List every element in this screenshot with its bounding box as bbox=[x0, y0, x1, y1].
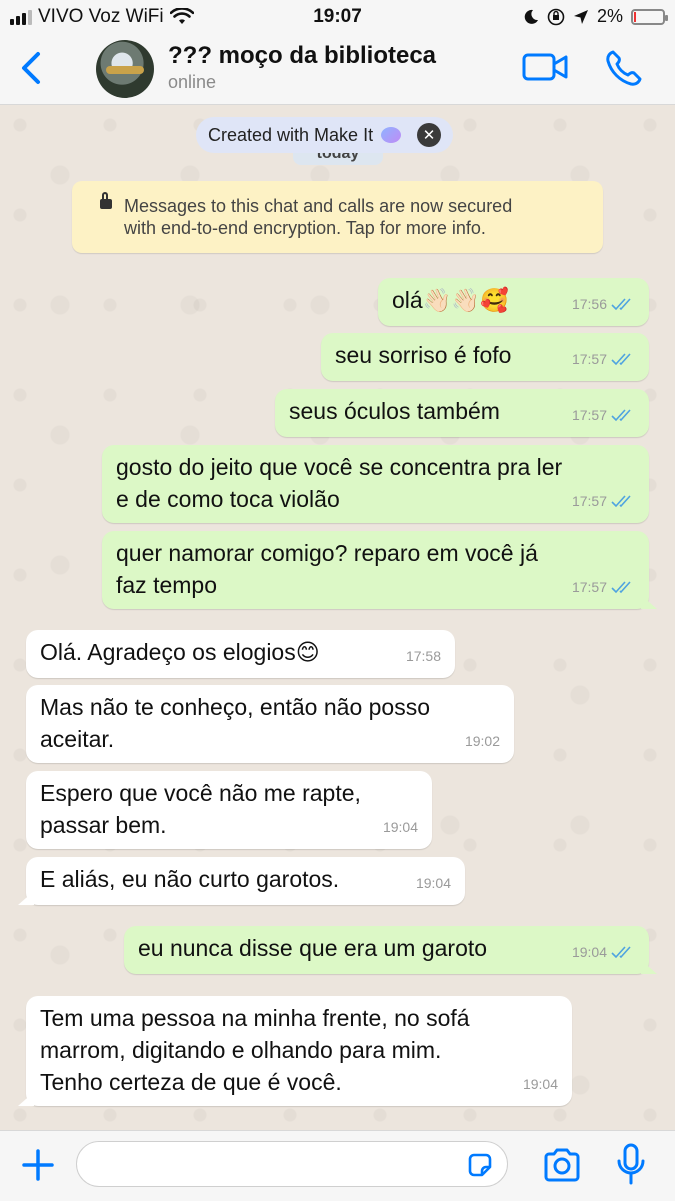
message-bubble-incoming[interactable]: Olá. Agradeço os elogios😊 17:58 bbox=[26, 630, 455, 678]
message-text: Tem uma pessoa na minha frente, no sofá … bbox=[40, 1005, 470, 1095]
chat-area[interactable]: today Created with Make It ✕ Messages to… bbox=[0, 105, 675, 1130]
message-text: eu nunca disse que era um garoto bbox=[138, 935, 488, 961]
encryption-notice[interactable]: Messages to this chat and calls are now … bbox=[72, 181, 603, 253]
message-text: quer namorar comigo? reparo em você já f… bbox=[116, 540, 538, 598]
avatar[interactable] bbox=[96, 40, 154, 98]
message-time: 17:57 bbox=[571, 493, 607, 509]
battery-icon bbox=[631, 8, 668, 25]
message-bubble-incoming[interactable]: E aliás, eu não curto garotos. 19:04 bbox=[26, 857, 465, 905]
message-meta: 17:57 bbox=[572, 571, 635, 603]
chat-header: ??? moço da biblioteca online bbox=[0, 34, 675, 105]
encryption-notice-text: Messages to this chat and calls are now … bbox=[124, 196, 513, 238]
read-ticks-icon bbox=[611, 495, 631, 508]
location-icon bbox=[573, 9, 588, 24]
message-meta: 17:58 bbox=[406, 640, 441, 672]
message-time: 17:56 bbox=[571, 296, 607, 312]
read-ticks-icon bbox=[611, 298, 631, 311]
message-text: Espero que você não me rapte, passar bem… bbox=[40, 780, 361, 838]
message-text: E aliás, eu não curto garotos. bbox=[40, 866, 340, 892]
message-time: 19:04 bbox=[415, 875, 451, 891]
composer-bar bbox=[0, 1130, 675, 1201]
watermark-banner: Created with Make It ✕ bbox=[196, 117, 454, 153]
lock-icon bbox=[100, 192, 112, 209]
phone-icon[interactable] bbox=[604, 48, 644, 88]
status-bar: VIVO Voz WiFi 19:07 2% bbox=[0, 0, 675, 34]
battery-percent: 2% bbox=[596, 6, 623, 26]
message-bubble-incoming[interactable]: Tem uma pessoa na minha frente, no sofá … bbox=[26, 996, 572, 1106]
message-text: gosto do jeito que você se concentra pra… bbox=[116, 454, 563, 512]
read-ticks-icon bbox=[611, 409, 631, 422]
read-ticks-icon bbox=[611, 946, 631, 959]
contact-name[interactable]: ??? moço da biblioteca bbox=[168, 42, 436, 70]
message-bubble-outgoing[interactable]: olá👋🏻👋🏻🥰 17:56 bbox=[378, 278, 649, 326]
watermark-label: Created with Make It bbox=[208, 124, 374, 145]
message-bubble-outgoing[interactable]: eu nunca disse que era um garoto 19:04 bbox=[124, 926, 649, 974]
message-meta: 19:04 bbox=[572, 936, 635, 968]
message-meta: 17:57 bbox=[572, 485, 635, 517]
message-input[interactable] bbox=[76, 1141, 508, 1187]
status-icons: 2% bbox=[523, 6, 668, 27]
message-meta: 17:56 bbox=[572, 288, 635, 320]
back-chevron-icon[interactable] bbox=[14, 48, 50, 88]
message-time: 19:02 bbox=[464, 733, 500, 749]
message-text: Olá. Agradeço os elogios😊 bbox=[40, 639, 320, 665]
close-icon[interactable]: ✕ bbox=[417, 123, 442, 147]
moon-icon bbox=[524, 9, 538, 24]
message-meta: 19:04 bbox=[523, 1068, 558, 1100]
message-time: 17:57 bbox=[571, 579, 607, 595]
message-bubble-outgoing[interactable]: seus óculos também 17:57 bbox=[275, 389, 649, 437]
plus-icon[interactable] bbox=[18, 1145, 58, 1185]
microphone-icon[interactable] bbox=[616, 1143, 646, 1185]
message-meta: 17:57 bbox=[572, 343, 635, 375]
message-meta: 19:04 bbox=[416, 867, 451, 899]
message-meta: 17:57 bbox=[572, 399, 635, 431]
message-time: 19:04 bbox=[382, 819, 418, 835]
message-time: 19:04 bbox=[571, 944, 607, 960]
orientation-lock-icon bbox=[547, 8, 565, 25]
message-time: 19:04 bbox=[522, 1076, 558, 1092]
read-ticks-icon bbox=[611, 353, 631, 366]
message-time: 17:57 bbox=[571, 407, 607, 423]
message-bubble-incoming[interactable]: Espero que você não me rapte, passar bem… bbox=[26, 771, 432, 849]
video-call-icon[interactable] bbox=[522, 52, 568, 82]
message-bubble-outgoing[interactable]: gosto do jeito que você se concentra pra… bbox=[102, 445, 649, 523]
contact-status: online bbox=[168, 72, 217, 92]
camera-icon[interactable] bbox=[542, 1147, 582, 1183]
sticker-icon[interactable] bbox=[466, 1151, 494, 1179]
message-meta: 19:02 bbox=[465, 725, 500, 757]
read-ticks-icon bbox=[611, 581, 631, 594]
message-time: 17:58 bbox=[405, 648, 441, 664]
message-bubble-outgoing[interactable]: quer namorar comigo? reparo em você já f… bbox=[102, 531, 649, 609]
message-bubble-incoming[interactable]: Mas não te conheço, então não posso acei… bbox=[26, 685, 514, 763]
chat-bubble-icon bbox=[381, 127, 402, 143]
message-time: 17:57 bbox=[571, 351, 607, 367]
message-meta: 19:04 bbox=[383, 811, 418, 843]
message-bubble-outgoing[interactable]: seu sorriso é fofo 17:57 bbox=[321, 333, 649, 381]
message-text: Mas não te conheço, então não posso acei… bbox=[40, 694, 431, 752]
